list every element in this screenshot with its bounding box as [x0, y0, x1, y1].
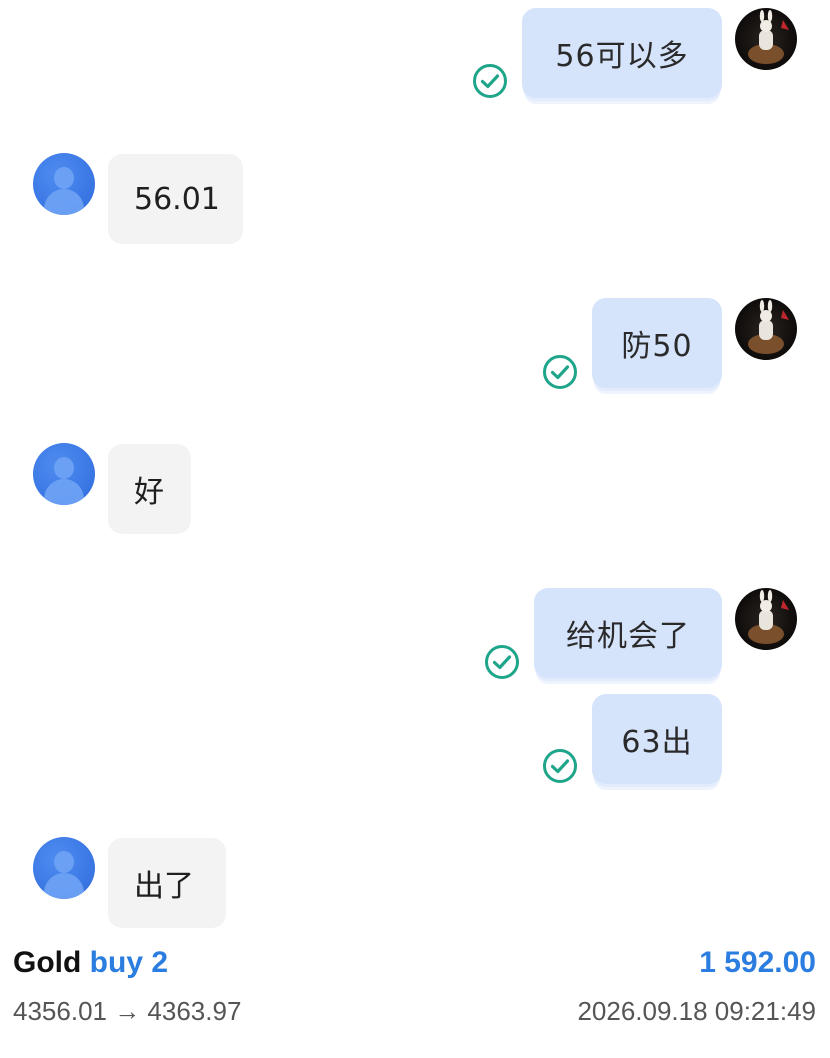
contact-avatar[interactable]: [33, 153, 95, 215]
trade-symbol: Gold: [13, 946, 82, 979]
self-avatar[interactable]: [735, 588, 797, 650]
self-avatar[interactable]: [735, 8, 797, 70]
message-row-outgoing: 56可以多: [0, 0, 830, 110]
message-row-outgoing: 防50: [0, 290, 830, 400]
self-avatar[interactable]: [735, 298, 797, 360]
message-text: 56.01: [134, 181, 220, 217]
message-row-incoming: 56.01: [0, 150, 830, 250]
contact-avatar[interactable]: [33, 443, 95, 505]
trade-prices: 4356.01 → 4363.97: [13, 996, 242, 1026]
message-text: 好: [134, 475, 164, 510]
trade-time: 2026.09.18 09:21:49: [577, 996, 816, 1026]
read-check-icon: [472, 63, 508, 99]
incoming-message-bubble[interactable]: 好: [108, 444, 191, 534]
message-row-incoming: 出了: [0, 834, 830, 934]
message-row-outgoing: 给机会了: [0, 580, 830, 690]
message-text: 56可以多: [555, 39, 689, 74]
trade-profit: 1 592.00: [699, 946, 816, 979]
outgoing-message-bubble[interactable]: 给机会了: [534, 588, 722, 678]
message-text: 给机会了: [566, 619, 690, 654]
read-check-icon: [542, 748, 578, 784]
outgoing-message-bubble[interactable]: 56可以多: [522, 8, 722, 98]
message-text: 出了: [134, 869, 194, 904]
trade-summary[interactable]: Gold buy 2 1 592.00 4356.01 → 4363.97 20…: [0, 940, 830, 1050]
message-text: 防50: [621, 329, 693, 364]
trade-title: Gold buy 2: [13, 946, 168, 980]
read-check-icon: [484, 644, 520, 680]
contact-avatar[interactable]: [33, 837, 95, 899]
outgoing-message-bubble[interactable]: 防50: [592, 298, 722, 388]
trade-direction: buy 2: [89, 946, 169, 979]
outgoing-message-bubble[interactable]: 63出: [592, 694, 722, 784]
incoming-message-bubble[interactable]: 出了: [108, 838, 226, 928]
message-row-outgoing: 63出: [0, 690, 830, 800]
incoming-message-bubble[interactable]: 56.01: [108, 154, 243, 244]
message-row-incoming: 好: [0, 440, 830, 540]
message-text: 63出: [621, 725, 693, 760]
read-check-icon: [542, 354, 578, 390]
